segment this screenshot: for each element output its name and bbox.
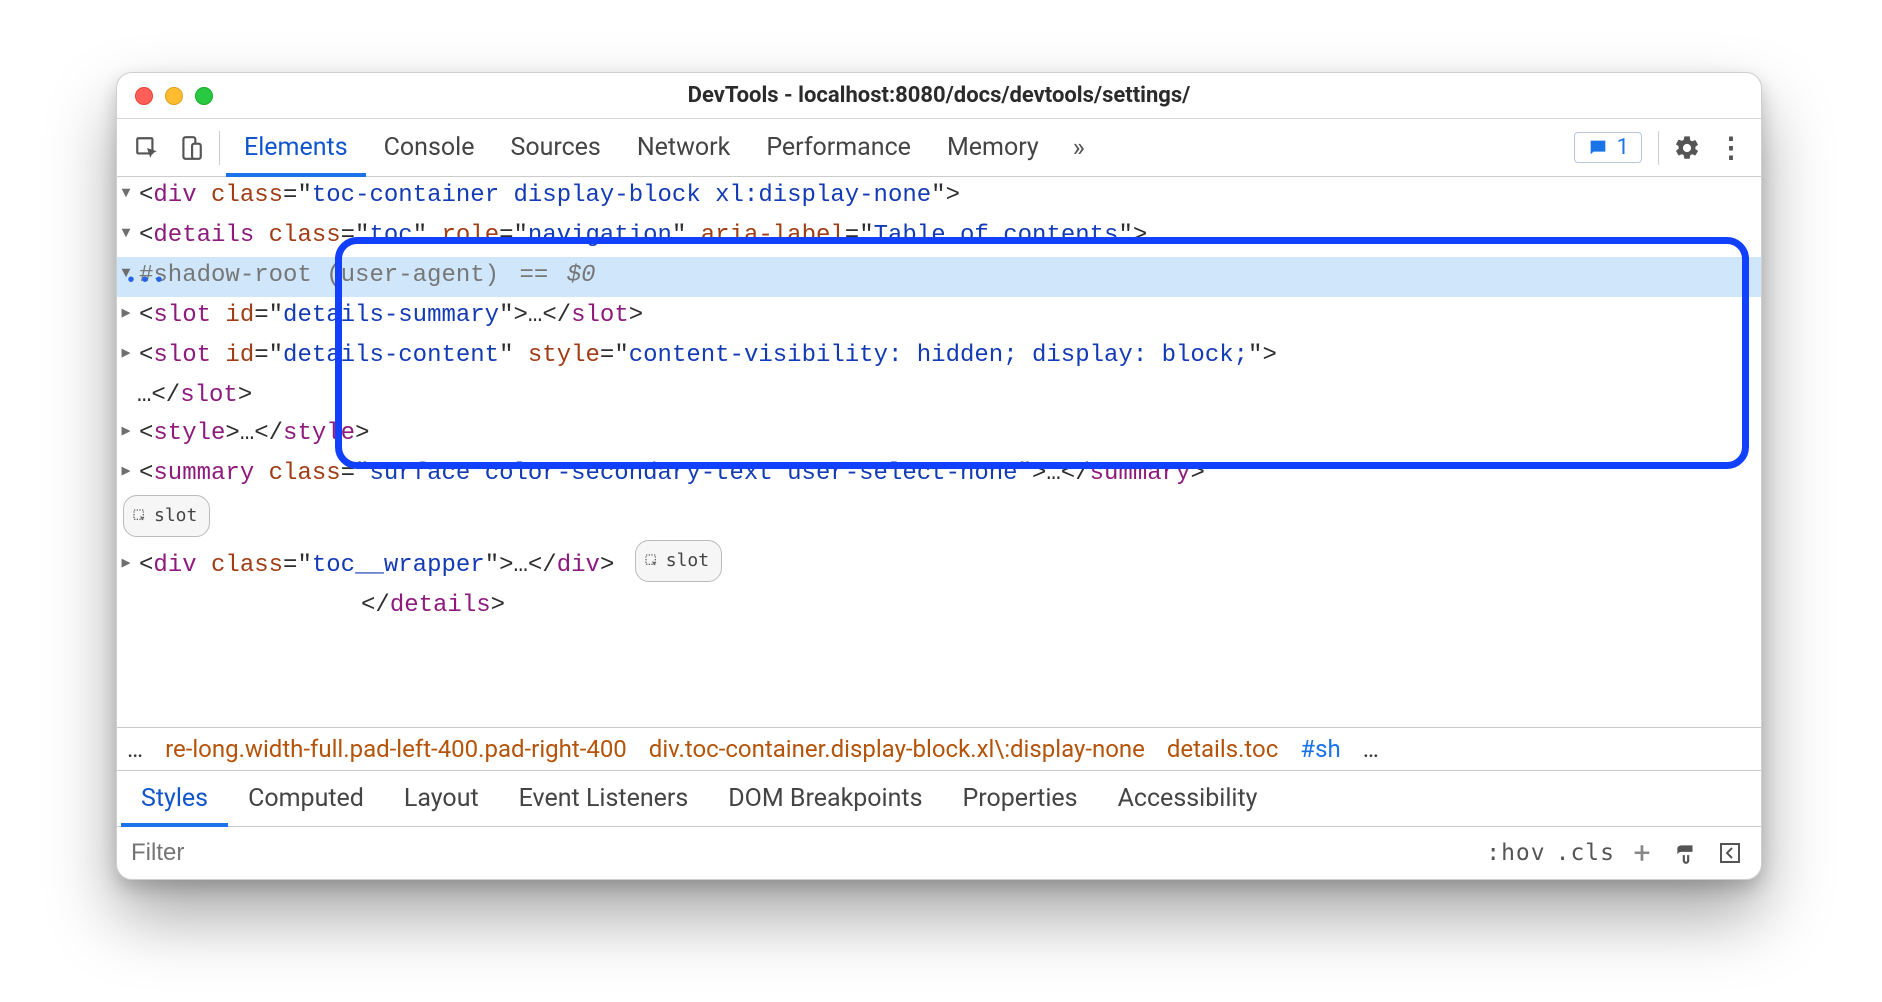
new-style-rule-icon[interactable]: + [1625,836,1659,871]
dom-node-div-toc-container[interactable]: <div class="toc-container display-block … [117,177,1761,217]
settings-icon[interactable] [1665,126,1709,170]
sidebar-tab-styles[interactable]: Styles [121,771,228,827]
styles-filter-bar: :hov .cls + [117,827,1761,879]
dom-node-style[interactable]: <style>…</style> [117,415,1761,455]
breadcrumb-item[interactable]: re-long.width-full.pad-left-400.pad-righ… [165,735,627,763]
dom-node-div-toc-wrapper[interactable]: <div class="toc__wrapper">…</div> slot [117,540,1761,587]
toolbar-separator [219,131,220,165]
dom-slot-reveal-badge[interactable]: slot [635,540,722,582]
panel-tab-elements[interactable]: Elements [226,119,366,177]
window-title: DevTools - localhost:8080/docs/devtools/… [117,83,1761,108]
devtools-window: DevTools - localhost:8080/docs/devtools/… [116,72,1762,880]
selected-node-marker: $0 [567,262,596,289]
inspect-icon[interactable] [125,126,169,170]
panel-tab-memory[interactable]: Memory [929,119,1057,177]
device-toggle-icon[interactable] [169,126,213,170]
toggle-classes-button[interactable]: .cls [1556,840,1615,866]
breadcrumb-overflow-right[interactable]: … [1363,735,1379,763]
sidebar-tab-computed[interactable]: Computed [228,771,384,827]
dom-node-shadow-root[interactable]: #shadow-root (user-agent) == $0 [117,257,1761,297]
main-toolbar: Elements Console Sources Network Perform… [117,119,1761,177]
dom-breadcrumb[interactable]: … re-long.width-full.pad-left-400.pad-ri… [117,727,1761,771]
panel-tab-network[interactable]: Network [619,119,748,177]
panel-tabs: Elements Console Sources Network Perform… [226,119,1057,177]
breadcrumb-item[interactable]: details.toc [1167,735,1278,763]
dom-node-slot-summary[interactable]: <slot id="details-summary">…</slot> [117,297,1761,337]
breadcrumb-item-current[interactable]: #sh [1300,735,1340,763]
paint-brush-icon[interactable] [1669,840,1703,866]
breadcrumb-overflow-left[interactable]: … [127,735,143,763]
styles-filter-input[interactable] [131,839,1476,867]
sidebar-tab-layout[interactable]: Layout [384,771,499,827]
dom-node-details-close[interactable]: </details> [117,587,1761,625]
dom-slot-reveal-badge[interactable]: slot [117,495,1761,540]
titlebar: DevTools - localhost:8080/docs/devtools/… [117,73,1761,119]
toolbar-separator [1658,131,1659,165]
panel-tab-sources[interactable]: Sources [492,119,618,177]
elements-dom-tree[interactable]: ••• <div class="toc-container display-bl… [117,177,1761,727]
panel-tab-console[interactable]: Console [366,119,493,177]
sidebar-tab-accessibility[interactable]: Accessibility [1098,771,1278,827]
dom-node-details[interactable]: <details class="toc" role="navigation" a… [117,217,1761,257]
toggle-hover-button[interactable]: :hov [1486,840,1545,866]
gutter-ellipsis-icon: ••• [125,263,167,301]
sidebar-tab-dom-breakpoints[interactable]: DOM Breakpoints [708,771,942,827]
breadcrumb-item[interactable]: div.toc-container.display-block.xl\:disp… [649,735,1145,763]
sidebar-tab-properties[interactable]: Properties [943,771,1098,827]
dom-node-slot-content[interactable]: <slot id="details-content" style="conten… [117,337,1761,415]
sidebar-tabs: Styles Computed Layout Event Listeners D… [117,771,1761,827]
gutter: ••• [117,177,147,727]
panel-tab-performance[interactable]: Performance [748,119,929,177]
kebab-menu-icon[interactable]: ⋮ [1709,126,1753,170]
issues-count: 1 [1617,135,1629,160]
issues-counter[interactable]: 1 [1574,132,1642,163]
computed-toggle-icon[interactable] [1713,841,1747,865]
dom-node-summary[interactable]: <summary class="surface color-secondary-… [117,455,1761,495]
sidebar-tab-event-listeners[interactable]: Event Listeners [499,771,709,827]
more-panels-icon[interactable]: » [1057,126,1101,170]
